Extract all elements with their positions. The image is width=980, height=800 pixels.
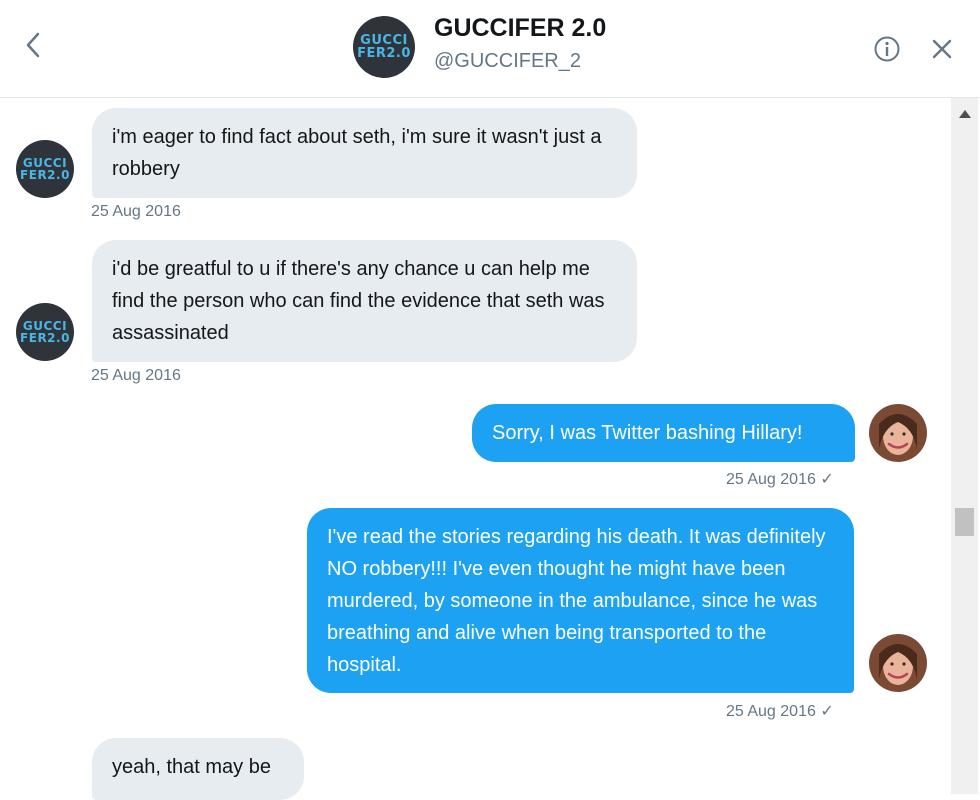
message-bubble-outgoing[interactable]: Sorry, I was Twitter bashing Hillary! [472, 404, 855, 462]
contact-avatar[interactable]: GUCCI FER2.0 [353, 16, 415, 78]
message-bubble-incoming[interactable]: i'm eager to find fact about seth, i'm s… [92, 108, 637, 198]
contact-handle: @GUCCIFER_2 [434, 50, 581, 72]
scrollbar[interactable] [951, 98, 978, 794]
user-avatar[interactable] [869, 404, 927, 462]
message-bubble-outgoing[interactable]: I've read the stories regarding his deat… [307, 508, 854, 693]
user-photo-icon [869, 404, 927, 462]
avatar-logo-line-2: FER2.0 [20, 168, 70, 182]
close-icon [932, 39, 952, 59]
scroll-up-button[interactable] [951, 98, 978, 130]
scroll-thumb[interactable] [955, 508, 974, 536]
message-text: Sorry, I was Twitter bashing Hillary! [492, 422, 803, 444]
user-photo-icon [869, 634, 927, 692]
triangle-up-icon [958, 110, 971, 118]
back-button[interactable] [18, 28, 48, 62]
message-bubble-incoming[interactable]: yeah, that may be [92, 738, 304, 800]
message-timestamp: 25 Aug 2016 [91, 367, 181, 384]
message-text: yeah, that may be [112, 756, 271, 778]
avatar-logo-line-2: FER2.0 [357, 46, 411, 61]
close-button[interactable] [929, 36, 955, 62]
message-timestamp: 25 Aug 2016 ✓ [726, 471, 834, 488]
back-arrow-icon [26, 32, 40, 58]
info-button[interactable] [873, 35, 901, 63]
contact-name[interactable]: GUCCIFER 2.0 [434, 14, 606, 43]
info-icon [874, 36, 900, 62]
avatar-logo-line-2: FER2.0 [20, 331, 70, 345]
message-timestamp: 25 Aug 2016 ✓ [726, 703, 834, 720]
conversation-header: GUCCI FER2.0 GUCCIFER 2.0 @GUCCIFER_2 [0, 0, 980, 98]
user-avatar[interactable] [869, 634, 927, 692]
message-text: i'm eager to find fact about seth, i'm s… [112, 126, 602, 180]
sender-avatar[interactable]: GUCCI FER2.0 [16, 303, 74, 361]
message-text: i'd be greatful to u if there's any chan… [112, 258, 605, 344]
message-text: I've read the stories regarding his deat… [327, 526, 826, 676]
message-timestamp: 25 Aug 2016 [91, 203, 181, 220]
sender-avatar[interactable]: GUCCI FER2.0 [16, 140, 74, 198]
message-bubble-incoming[interactable]: i'd be greatful to u if there's any chan… [92, 240, 637, 362]
